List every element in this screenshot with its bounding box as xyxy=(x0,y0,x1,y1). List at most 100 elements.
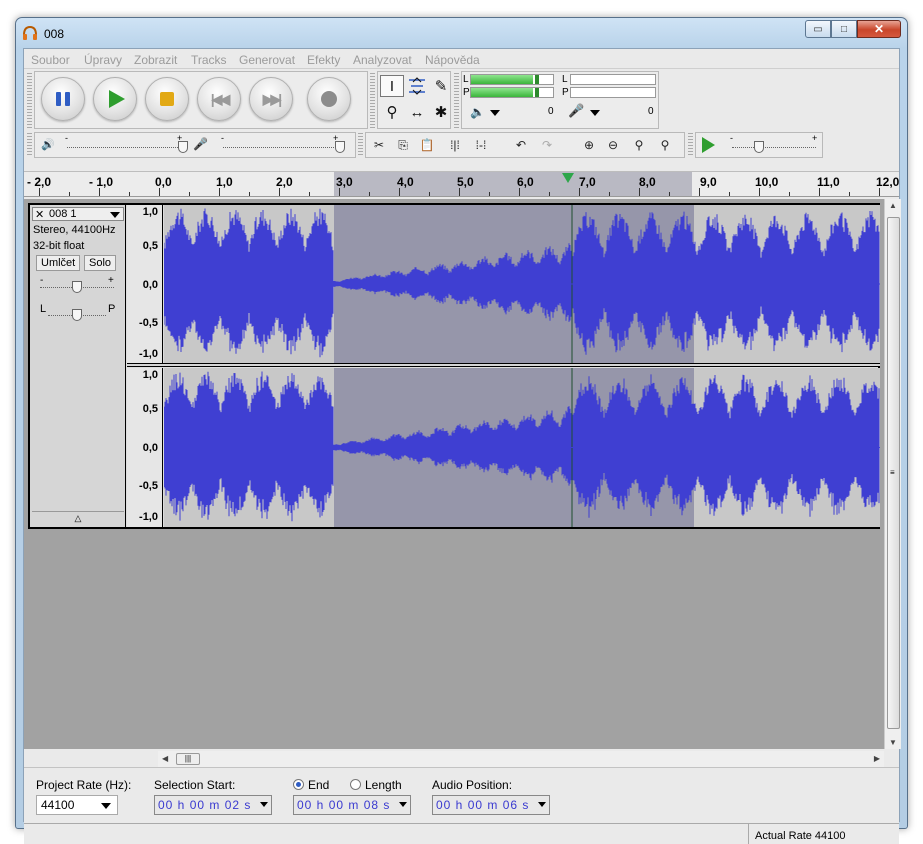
menu-view[interactable]: Zobrazit xyxy=(134,53,177,67)
ruler-tick xyxy=(759,188,760,196)
speaker-icon[interactable]: 🔈 xyxy=(470,105,485,119)
channel-1-waveform[interactable] xyxy=(164,205,880,363)
trim-icon[interactable]: ⁞|⁞ xyxy=(444,135,466,155)
play-meter-value: 0 xyxy=(548,106,554,117)
collapse-track-button[interactable]: △ xyxy=(32,511,124,525)
track-close-icon[interactable]: ✕ xyxy=(35,208,44,221)
speed-slider[interactable] xyxy=(754,141,764,153)
edit-grip[interactable] xyxy=(358,133,363,157)
stop-button[interactable] xyxy=(145,77,189,121)
playback-volume-slider[interactable] xyxy=(178,141,188,153)
menu-generate[interactable]: Generovat xyxy=(239,53,295,67)
record-volume-slider[interactable] xyxy=(335,141,345,153)
play-position-marker[interactable] xyxy=(562,173,574,183)
copy-icon[interactable]: ⎘ xyxy=(392,135,414,155)
chevron-down-icon[interactable] xyxy=(399,802,407,807)
skip-end-button[interactable]: ▶▶| xyxy=(249,77,293,121)
toolbar-grip[interactable] xyxy=(27,73,32,129)
draw-tool-icon[interactable]: ✎ xyxy=(429,75,453,97)
channel-separator[interactable] xyxy=(127,363,880,367)
record-volume-track[interactable] xyxy=(223,147,338,148)
fit-project-icon[interactable]: ⚲ xyxy=(654,135,676,155)
ruler-label: 0,0 xyxy=(155,175,172,189)
solo-button[interactable]: Solo xyxy=(84,255,117,271)
menu-effects[interactable]: Efekty xyxy=(307,53,340,67)
pan-slider[interactable] xyxy=(72,309,82,321)
rec-meter-right[interactable] xyxy=(570,87,656,98)
microphone-icon[interactable]: 🎤 xyxy=(568,103,584,119)
play-at-speed-icon[interactable] xyxy=(702,137,715,153)
channel-2-waveform[interactable] xyxy=(164,368,880,527)
meter-grip[interactable] xyxy=(454,73,459,129)
timeline-ruler[interactable]: - 2,0 - 1,0 0,0 1,0 2,0 3,0 4,0 5,0 6,0 … xyxy=(24,171,899,197)
selection-start-field[interactable]: 00 h 00 m 02 s xyxy=(154,795,272,815)
chevron-down-icon[interactable] xyxy=(260,802,268,807)
rec-meter-dropdown[interactable] xyxy=(590,110,600,116)
meter-toolbar: L P 🔈 0 L P 🎤 0 xyxy=(461,71,659,129)
selection-end-field[interactable]: 00 h 00 m 08 s xyxy=(293,795,411,815)
envelope-tool-icon[interactable] xyxy=(405,75,429,97)
chevron-down-icon[interactable] xyxy=(538,802,546,807)
length-radio[interactable] xyxy=(350,779,361,790)
project-rate-select[interactable]: 44100 xyxy=(36,795,118,815)
timeshift-tool-icon[interactable]: ↔ xyxy=(405,101,429,123)
play-meter-dropdown[interactable] xyxy=(490,110,500,116)
multi-tool-icon[interactable]: ✱ xyxy=(429,101,453,123)
scroll-left-icon[interactable]: ◀ xyxy=(162,754,168,763)
vertical-scroll-thumb[interactable]: ≡ xyxy=(887,217,900,729)
menu-tracks[interactable]: Tracks xyxy=(191,53,227,67)
record-button[interactable] xyxy=(307,77,351,121)
zoom-in-icon[interactable]: ⊕ xyxy=(578,135,600,155)
rec-volume-minus: - xyxy=(221,133,224,143)
paste-icon[interactable]: 📋 xyxy=(416,135,438,155)
minimize-button[interactable]: ▭ xyxy=(805,20,831,38)
undo-icon[interactable]: ↶ xyxy=(510,135,532,155)
horizontal-scrollbar[interactable]: ◀ ||| ▶ xyxy=(158,751,884,767)
track-name-menu[interactable]: ✕ 008 1 xyxy=(32,207,124,221)
play-meter-left[interactable] xyxy=(470,74,554,85)
maximize-button[interactable]: □ xyxy=(831,20,857,38)
scroll-right-icon[interactable]: ▶ xyxy=(874,754,880,763)
rec-meter-left[interactable] xyxy=(570,74,656,85)
amplitude-label: 0,5 xyxy=(142,240,158,252)
menu-analyze[interactable]: Analyzovat xyxy=(353,53,412,67)
amplitude-label: 1,0 xyxy=(142,206,158,218)
cut-icon[interactable]: ✂ xyxy=(368,135,390,155)
track-area[interactable]: ✕ 008 1 Stereo, 44100Hz 32-bit float Uml… xyxy=(24,199,884,749)
selection-tool-icon[interactable]: I xyxy=(380,75,404,97)
redo-icon[interactable]: ↷ xyxy=(536,135,558,155)
play-at-speed-grip[interactable] xyxy=(688,133,693,157)
ruler-label: 6,0 xyxy=(517,175,534,189)
gain-slider[interactable] xyxy=(72,281,82,293)
audio-position-field[interactable]: 00 h 00 m 06 s xyxy=(432,795,550,815)
play-meter-right[interactable] xyxy=(470,87,554,98)
silence-icon[interactable]: ⁞-⁞ xyxy=(470,135,492,155)
tools-grip[interactable] xyxy=(370,73,375,129)
stop-icon xyxy=(160,92,174,106)
playback-volume-track[interactable] xyxy=(67,147,182,148)
menu-file[interactable]: Soubor xyxy=(31,53,70,67)
title-bar[interactable]: 008 ▭ □ ✕ xyxy=(16,18,907,48)
play-at-speed-toolbar: - + xyxy=(695,132,823,158)
close-button[interactable]: ✕ xyxy=(857,20,901,38)
ruler-label: - 2,0 xyxy=(27,175,52,189)
end-radio[interactable] xyxy=(293,779,304,790)
vertical-scrollbar[interactable]: ▲ ≡ ▼ xyxy=(884,199,901,749)
pause-button[interactable] xyxy=(41,77,85,121)
mute-button[interactable]: Umlčet xyxy=(36,255,81,271)
ruler-tick xyxy=(669,192,670,196)
play-button[interactable] xyxy=(93,77,137,121)
speed-track[interactable] xyxy=(732,147,816,148)
project-rate-label: Project Rate (Hz): xyxy=(36,778,132,792)
menu-help[interactable]: Nápověda xyxy=(425,53,480,67)
scroll-down-icon[interactable]: ▼ xyxy=(889,738,897,747)
ruler-label: 3,0 xyxy=(336,175,353,189)
mixer-grip[interactable] xyxy=(27,133,32,157)
menu-edit[interactable]: Úpravy xyxy=(84,53,122,67)
skip-start-button[interactable]: |◀◀ xyxy=(197,77,241,121)
fit-selection-icon[interactable]: ⚲ xyxy=(628,135,650,155)
horizontal-scroll-thumb[interactable]: ||| xyxy=(176,753,200,765)
scroll-up-icon[interactable]: ▲ xyxy=(889,201,897,210)
zoom-tool-icon[interactable]: ⚲ xyxy=(380,101,404,123)
zoom-out-icon[interactable]: ⊖ xyxy=(602,135,624,155)
